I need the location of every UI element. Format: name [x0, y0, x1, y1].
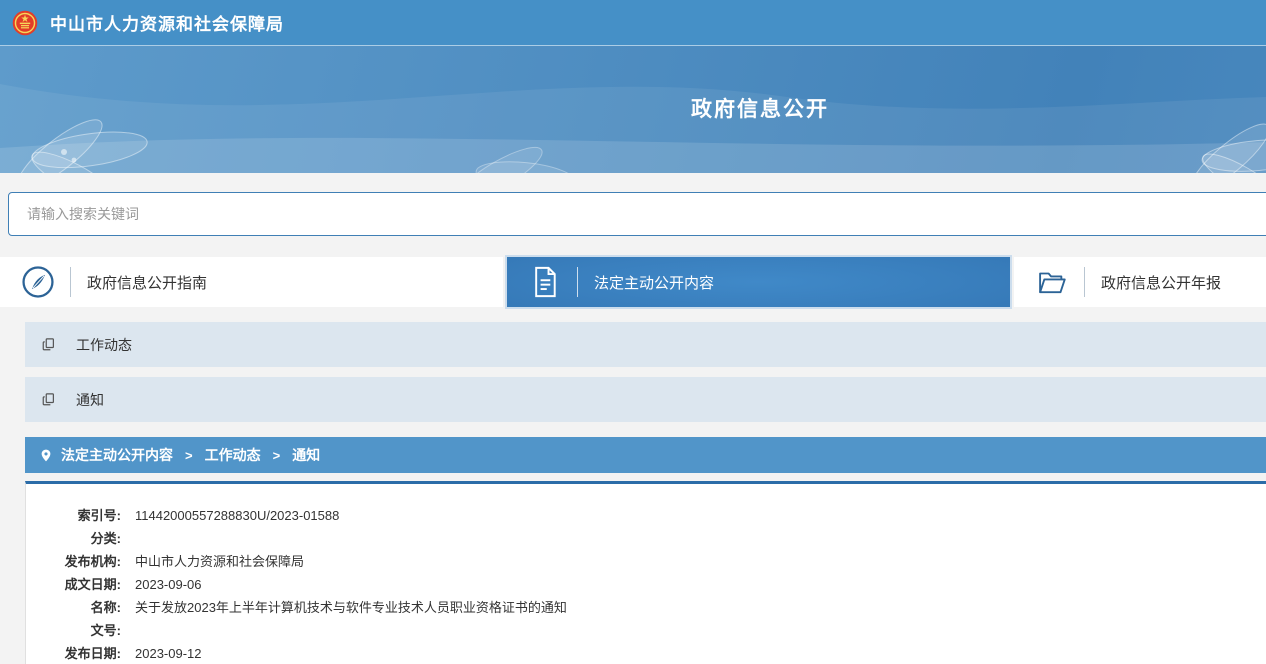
tab-guide[interactable]: 政府信息公开指南: [0, 257, 503, 307]
pages-icon: [41, 337, 56, 352]
browser-viewport: 中山市人力资源和社会保障局 政府信息公开 请输入搜索关键词 政府信息公开指南 法…: [0, 0, 1266, 664]
field-label: 文号:: [90, 623, 121, 638]
breadcrumb-item[interactable]: 通知: [292, 445, 320, 465]
breadcrumb-separator: >: [185, 447, 193, 463]
table-row: 名称: 关于发放2023年上半年计算机技术与软件专业技术人员职业资格证书的通知: [26, 596, 1266, 619]
tab-disclosure-content[interactable]: 法定主动公开内容: [507, 257, 1010, 307]
breadcrumb-separator: >: [272, 447, 281, 463]
divider: [70, 267, 71, 297]
divider: [1084, 267, 1085, 297]
page-title: 政府信息公开: [691, 98, 829, 121]
topbar: 中山市人力资源和社会保障局: [0, 0, 1266, 46]
divider: [577, 267, 578, 297]
location-pin-icon: [41, 449, 51, 461]
breadcrumb: 法定主动公开内容 > 工作动态 > 通知: [25, 437, 1266, 473]
field-label: 名称:: [90, 600, 121, 615]
page: 中山市人力资源和社会保障局 政府信息公开 请输入搜索关键词 政府信息公开指南 法…: [0, 0, 1266, 664]
tab-label: 政府信息公开指南: [87, 274, 208, 292]
field-value: 中山市人力资源和社会保障局: [135, 554, 305, 569]
field-value: 11442000557288830U/2023-01588: [135, 508, 340, 523]
banner: 政府信息公开: [0, 46, 1266, 173]
table-row: 分类:: [26, 527, 1266, 550]
table-row: 文号:: [26, 619, 1266, 642]
section-label: 工作动态: [76, 336, 132, 353]
section-bar-work-trends[interactable]: 工作动态: [25, 322, 1266, 367]
tab-annual-report[interactable]: 政府信息公开年报: [1014, 257, 1266, 307]
tab-label: 法定主动公开内容: [594, 274, 715, 292]
table-row: 发布日期: 2023-09-12: [26, 642, 1266, 664]
site-name-link[interactable]: 中山市人力资源和社会保障局: [50, 10, 284, 35]
field-label: 成文日期:: [64, 577, 121, 592]
table-row: 索引号: 11442000557288830U/2023-01588: [26, 504, 1266, 527]
field-label: 索引号:: [77, 508, 121, 523]
document-icon: [527, 265, 563, 299]
field-value: 关于发放2023年上半年计算机技术与软件专业技术人员职业资格证书的通知: [135, 600, 567, 615]
table-row: 成文日期: 2023-09-06: [26, 573, 1266, 596]
field-value: 2023-09-12: [135, 646, 202, 661]
pages-icon: [41, 392, 56, 407]
field-label: 分类:: [90, 531, 121, 546]
search-row: [0, 173, 1266, 236]
tab-label: 政府信息公开年报: [1101, 274, 1222, 292]
field-label: 发布日期:: [64, 646, 121, 661]
annual-report-icon: [1034, 266, 1070, 298]
document-detail-panel: 索引号: 11442000557288830U/2023-01588 分类: 发…: [25, 481, 1266, 664]
breadcrumb-item[interactable]: 法定主动公开内容: [61, 445, 173, 465]
table-row: 发布机构: 中山市人力资源和社会保障局: [26, 550, 1266, 573]
tab-bar: 政府信息公开指南 法定主动公开内容 政府信息公开年报: [0, 257, 1266, 307]
national-emblem-icon: [12, 10, 38, 35]
search-input[interactable]: [8, 192, 1266, 236]
field-label: 发布机构:: [64, 554, 121, 569]
section-bar-notices[interactable]: 通知: [25, 377, 1266, 422]
compass-icon: [20, 265, 56, 299]
field-value: 2023-09-06: [135, 577, 202, 592]
breadcrumb-item[interactable]: 工作动态: [205, 445, 261, 465]
section-label: 通知: [76, 391, 104, 408]
